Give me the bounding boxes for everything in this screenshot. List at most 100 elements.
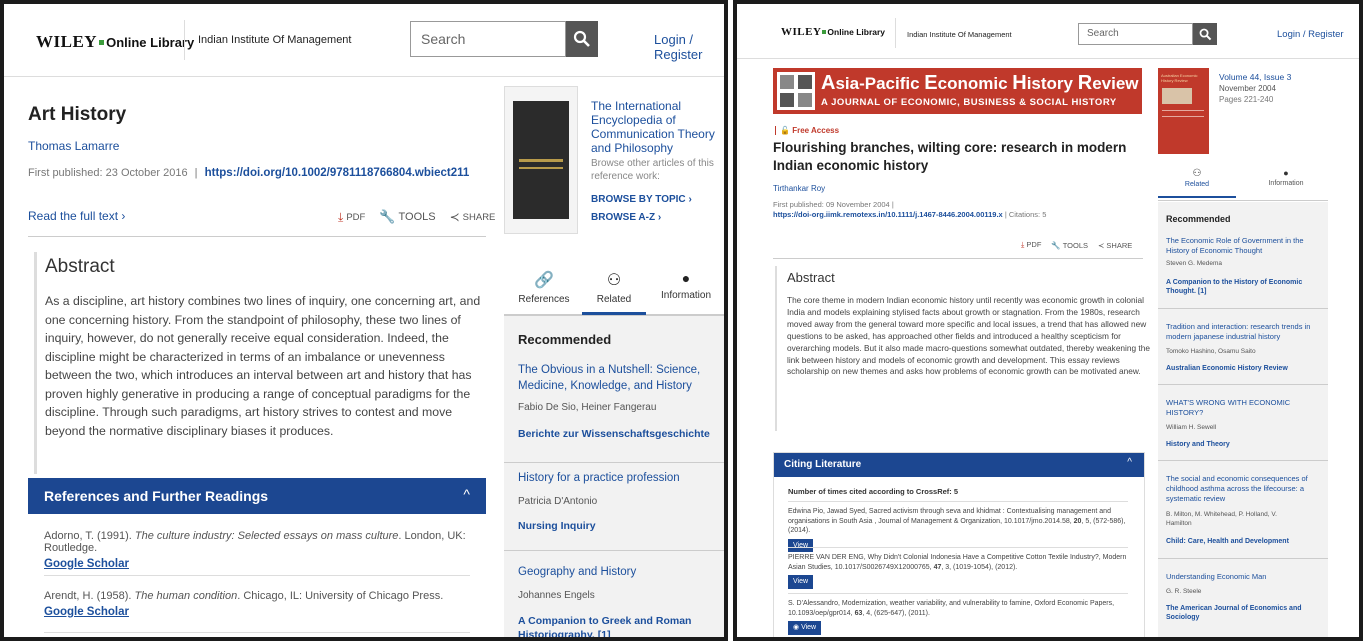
- rec-source-link[interactable]: A Companion to Greek and Roman Historiog…: [518, 614, 708, 637]
- recommended-panel: Recommended The Obvious in a Nutshell: S…: [504, 316, 724, 637]
- tab-label: Related: [1184, 181, 1210, 188]
- view-label: View: [801, 624, 817, 631]
- journal-banner[interactable]: Asia-Pacific Economic History Review A J…: [773, 68, 1142, 114]
- rec-title-link[interactable]: Tradition and interaction: research tren…: [1166, 322, 1321, 342]
- doi-line: https://doi-org.iimk.remotexs.in/10.1111…: [773, 210, 1046, 219]
- citation-text: Edwina Pio, Jawad Syed, Sacred activism …: [788, 508, 1111, 525]
- google-scholar-link[interactable]: Google Scholar: [44, 606, 474, 618]
- logo-dot-icon: [822, 30, 827, 34]
- pdf-button[interactable]: ⤓ PDF: [338, 210, 365, 225]
- info-icon: ●: [1283, 168, 1289, 178]
- wrench-icon: 🔧: [1051, 240, 1061, 250]
- view-button[interactable]: View: [788, 538, 814, 552]
- ref-title: The culture industry: Selected essays on…: [134, 530, 399, 542]
- browse-by-topic-link[interactable]: BROWSE BY TOPIC ›: [591, 194, 692, 205]
- wiley-logo[interactable]: WILEY Online Library: [781, 26, 885, 38]
- tab-information[interactable]: ● Information: [1244, 168, 1328, 187]
- book-cover-art: [513, 101, 569, 219]
- volume-issue-link[interactable]: Volume 44, Issue 3: [1219, 72, 1291, 82]
- references-header[interactable]: References and Further Readings ^: [28, 478, 486, 514]
- cover-title: Australian Economic History Review: [1161, 73, 1198, 83]
- unlock-icon: 🔓: [775, 126, 790, 135]
- tools-button[interactable]: 🔧 TOOLS: [379, 209, 435, 225]
- citing-literature-header[interactable]: Citing Literature ^: [774, 453, 1144, 477]
- rec-title-link[interactable]: History for a practice profession: [518, 472, 713, 484]
- rec-source-link[interactable]: Nursing Inquiry: [518, 520, 596, 532]
- recommended-item: The social and economic consequences of …: [1158, 460, 1328, 559]
- search-button[interactable]: [1193, 23, 1217, 45]
- recommended-panel: Recommended The Economic Role of Governm…: [1158, 202, 1328, 637]
- browse-text: Browse other articles of this reference …: [591, 158, 714, 182]
- search-button[interactable]: [566, 21, 598, 57]
- rec-title-link[interactable]: The Economic Role of Government in the H…: [1166, 236, 1321, 256]
- rec-title-link[interactable]: Understanding Economic Man: [1166, 572, 1321, 581]
- tools-label: TOOLS: [398, 211, 436, 223]
- article-author[interactable]: Thomas Lamarre: [28, 139, 119, 153]
- citations-count: | Citations: 5: [1004, 210, 1047, 219]
- share-icon: ≺: [449, 210, 460, 224]
- link-icon: 🔗: [534, 272, 554, 289]
- tools-button[interactable]: 🔧 TOOLS: [1051, 241, 1088, 250]
- chevron-right-icon: ›: [688, 194, 692, 205]
- rec-title-link[interactable]: WHAT'S WRONG WITH ECONOMIC HISTORY?: [1166, 398, 1316, 418]
- search-input[interactable]: Search: [410, 21, 566, 57]
- rec-authors: B. Milton, M. Whitehead, P. Holland, V. …: [1166, 511, 1277, 527]
- rec-source-link[interactable]: The American Journal of Economics and So…: [1166, 604, 1316, 622]
- book-cover-image[interactable]: [504, 86, 578, 234]
- ref-publisher: . Chicago, IL: University of Chicago Pre…: [237, 590, 444, 602]
- tab-information[interactable]: ● Information: [646, 270, 724, 301]
- rec-source-link[interactable]: Berichte zur Wissenschaftsgeschichte: [518, 428, 710, 440]
- rec-title-link[interactable]: The social and economic consequences of …: [1166, 474, 1324, 504]
- article-author[interactable]: Tirthankar Roy: [773, 184, 825, 193]
- share-button[interactable]: ≺ SHARE: [450, 210, 496, 224]
- logo-dot-icon: [99, 40, 105, 45]
- journal-letter: E: [924, 72, 938, 94]
- search-input[interactable]: Search: [1078, 23, 1193, 45]
- recommended-item: Geography and History Johannes Engels A …: [504, 550, 724, 637]
- citation-item: S. D'Alessandro, Modernization, weather …: [788, 599, 1132, 635]
- google-scholar-link[interactable]: Google Scholar: [44, 558, 474, 570]
- site-header: WILEY Online Library Indian Institute Of …: [4, 4, 724, 77]
- eye-icon: ◉: [793, 624, 800, 631]
- tab-references[interactable]: 🔗 References: [504, 270, 584, 305]
- read-full-text-link[interactable]: Read the full text ›: [28, 209, 125, 223]
- right-article-window: WILEY Online Library Indian Institute Of …: [733, 0, 1363, 641]
- rec-title-link[interactable]: The Obvious in a Nutshell: Science, Medi…: [518, 362, 713, 394]
- crossref-count: Number of times cited according to Cross…: [788, 487, 959, 496]
- recommended-heading: Recommended: [518, 332, 612, 347]
- rec-source-link[interactable]: Australian Economic History Review: [1166, 365, 1288, 372]
- logo-wiley-text: WILEY: [781, 26, 822, 38]
- tab-related[interactable]: ⚇ Related: [1158, 168, 1236, 198]
- rec-source-link[interactable]: A Companion to the History of Economic T…: [1166, 278, 1316, 296]
- related-icon: ⚇: [606, 272, 622, 289]
- citation-tail: , 4, (625-647), (2011).: [862, 609, 930, 617]
- free-access-label: Free Access: [792, 126, 840, 135]
- tab-label: Information: [660, 290, 712, 301]
- view-button[interactable]: ◉ View: [788, 621, 822, 635]
- pdf-button[interactable]: ⤓ PDF: [1021, 240, 1041, 250]
- view-button[interactable]: View: [788, 575, 814, 589]
- issue-date: November 2004: [1219, 84, 1276, 93]
- read-full-text-label: Read the full text: [28, 209, 119, 223]
- journal-cover-image[interactable]: Australian Economic History Review: [1158, 68, 1209, 154]
- reference-item: Arendt, H. (1958). The human condition. …: [44, 590, 474, 618]
- book-title-link[interactable]: The International Encyclopedia of Commun…: [591, 99, 721, 155]
- publication-info: First published: 23 October 2016 | https…: [28, 167, 469, 179]
- doi-link[interactable]: https://doi.org/10.1002/9781118766804.wb…: [205, 167, 470, 179]
- recommended-heading: Recommended: [1166, 214, 1231, 224]
- logo-online-text: Online Library: [827, 27, 886, 37]
- share-button[interactable]: ≺ SHARE: [1098, 241, 1132, 250]
- browse-az-link[interactable]: BROWSE A-Z ›: [591, 212, 661, 223]
- doi-link[interactable]: https://doi-org.iimk.remotexs.in/10.1111…: [773, 210, 1003, 219]
- rec-source-link[interactable]: History and Theory: [1166, 441, 1230, 448]
- login-register-link[interactable]: Login / Register: [1277, 29, 1344, 40]
- rec-title-link[interactable]: Geography and History: [518, 566, 713, 578]
- sidebar-tabs: 🔗 References ⚇ Related ● Information: [504, 254, 724, 316]
- abstract-text: The core theme in modern Indian economic…: [787, 295, 1150, 377]
- article-tools-bar: ⤓ PDF 🔧 TOOLS ≺ SHARE: [338, 209, 495, 225]
- rec-source-link[interactable]: Child: Care, Health and Development: [1166, 538, 1289, 545]
- tab-related[interactable]: ⚇ Related: [582, 270, 646, 315]
- login-register-link[interactable]: Login / Register: [654, 32, 724, 62]
- wiley-logo[interactable]: WILEY Online Library: [36, 32, 194, 52]
- recommended-item: History for a practice profession Patric…: [504, 462, 724, 551]
